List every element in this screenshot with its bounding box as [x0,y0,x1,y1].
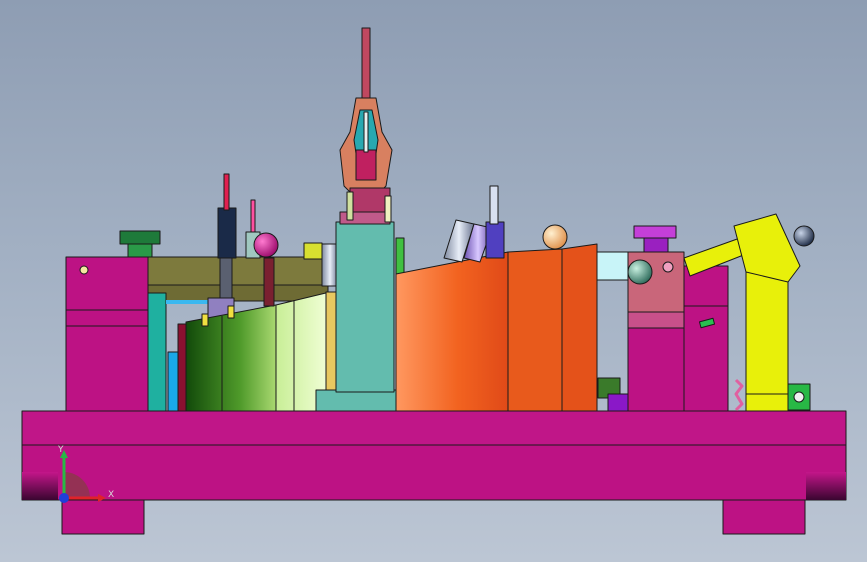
base-lower-slab [21,443,847,501]
base-shadow-left [22,472,58,500]
green-knob[interactable] [119,230,161,258]
green-bracket[interactable] [787,383,811,411]
steel-ball [793,225,815,247]
triad-y-label: Y [57,445,64,455]
orange-panel-right [561,243,598,412]
green-panel-dark [185,304,277,412]
yellow-screw-1 [201,313,209,327]
base-plate-group[interactable] [21,410,847,535]
yellow-cap [303,242,323,260]
base-upper-plate [21,410,847,446]
cyan-pipe [167,351,179,412]
olive-beam [147,256,335,286]
fixture-assembly-drawing[interactable]: X Y [0,0,867,562]
teal-upright-left [147,292,167,412]
angled-cylinders[interactable] [443,185,505,263]
locating-pin-hole [79,265,89,275]
red-strip [177,323,187,412]
orange-panel-group[interactable] [395,243,598,412]
orange-panel-main [395,251,509,412]
teal-ball [627,259,653,285]
triad-x-label: X [108,490,114,500]
cad-viewport[interactable]: X Y [0,0,867,562]
peach-ball [542,224,568,250]
orange-panel-mid [507,248,563,412]
triad-z-origin [59,493,69,503]
left-support-block[interactable] [65,256,149,412]
pink-dot [662,261,674,273]
pink-clip [734,378,744,412]
purple-block [607,393,629,412]
violet-knob[interactable] [633,225,677,253]
magenta-ball [253,232,279,258]
base-shadow-right [806,472,846,500]
yellow-screw-2 [227,305,235,319]
